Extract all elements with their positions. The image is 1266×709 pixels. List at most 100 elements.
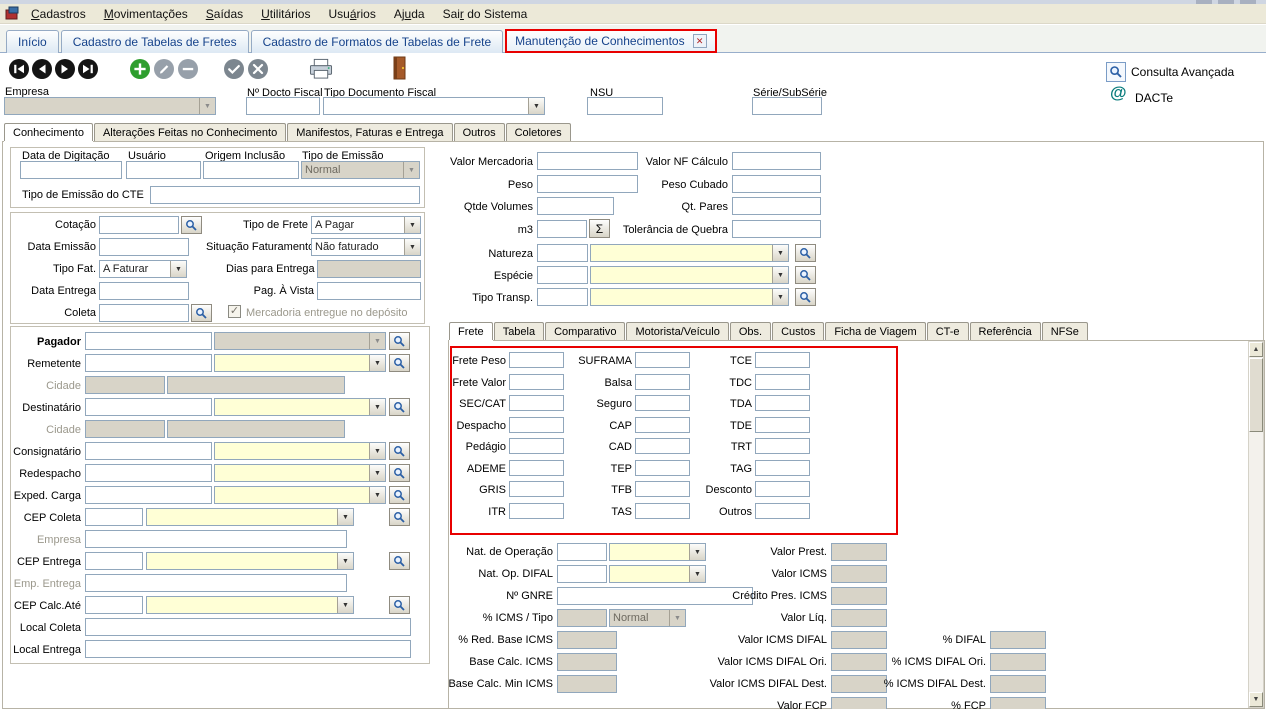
menu-cadastros[interactable]: Cadastros bbox=[22, 5, 95, 23]
main-tab-outros[interactable]: Outros bbox=[454, 123, 505, 141]
frete-tep-field[interactable] bbox=[635, 460, 690, 476]
frete-seguro-field[interactable] bbox=[635, 395, 690, 411]
coleta-search-button[interactable] bbox=[191, 304, 212, 322]
tipo-transp-field[interactable] bbox=[537, 288, 588, 306]
remetente-1-code-field[interactable] bbox=[85, 354, 212, 372]
tipo-fat-combo[interactable]: A Faturar bbox=[99, 260, 187, 278]
icms-valor-icms-field[interactable] bbox=[831, 565, 887, 583]
tipo-frete-combo[interactable]: A Pagar bbox=[311, 216, 421, 234]
cidade-4-field-a[interactable] bbox=[85, 420, 165, 438]
destinatario-3-code-field[interactable] bbox=[85, 398, 212, 416]
icms-difal-field[interactable] bbox=[990, 631, 1046, 649]
frete-pedagio-field[interactable] bbox=[509, 438, 564, 454]
inner-tab-custos[interactable]: Custos bbox=[772, 322, 824, 340]
especie-combo[interactable] bbox=[590, 266, 789, 284]
qt-pares-field[interactable] bbox=[732, 197, 821, 215]
edit-record-button[interactable] bbox=[153, 58, 175, 80]
frete-tas-field[interactable] bbox=[635, 503, 690, 519]
serie-subserie-field[interactable] bbox=[752, 97, 822, 115]
origem-inclusao-field[interactable] bbox=[203, 161, 299, 179]
icms-valor-prest-field[interactable] bbox=[831, 543, 887, 561]
tab-close-icon[interactable]: ✕ bbox=[693, 34, 707, 48]
natureza-field[interactable] bbox=[537, 244, 588, 262]
cidade-2-field-a[interactable] bbox=[85, 376, 165, 394]
pagador-0-search-button[interactable] bbox=[389, 332, 410, 350]
vertical-scrollbar[interactable]: ▲ ▼ bbox=[1248, 341, 1264, 708]
m3-field[interactable] bbox=[537, 220, 587, 238]
top-tab-inicio[interactable]: Início bbox=[6, 30, 59, 53]
pagador-0-code-field[interactable] bbox=[85, 332, 212, 350]
frete-desconto-field[interactable] bbox=[755, 481, 810, 497]
icms-icms-tipo-field[interactable] bbox=[557, 609, 607, 627]
frete-trt-field[interactable] bbox=[755, 438, 810, 454]
redespacho-6-code-field[interactable] bbox=[85, 464, 212, 482]
tipo-emissao-combo[interactable]: Normal bbox=[301, 161, 420, 179]
nav-first-button[interactable] bbox=[8, 58, 30, 80]
empresa-header-combo[interactable] bbox=[4, 97, 216, 115]
qtde-volumes-field[interactable] bbox=[537, 197, 614, 215]
local-entrega-14-field[interactable] bbox=[85, 640, 411, 658]
natureza-search-button[interactable] bbox=[795, 244, 816, 262]
print-button[interactable] bbox=[308, 57, 334, 80]
consignatario-5-search-button[interactable] bbox=[389, 442, 410, 460]
menu-saidas[interactable]: Saídas bbox=[197, 5, 252, 23]
inner-tab-referencia[interactable]: Referência bbox=[970, 322, 1041, 340]
confirm-button[interactable] bbox=[223, 58, 245, 80]
icms-icms-difal-ori-field[interactable] bbox=[990, 653, 1046, 671]
consulta-avancada-label[interactable]: Consulta Avançada bbox=[1131, 66, 1234, 78]
scrollbar-thumb[interactable] bbox=[1249, 358, 1263, 432]
frete-tfb-field[interactable] bbox=[635, 481, 690, 497]
valor-nf-calculo-field[interactable] bbox=[732, 152, 821, 170]
nav-previous-button[interactable] bbox=[31, 58, 53, 80]
inner-tab-comparativo[interactable]: Comparativo bbox=[545, 322, 625, 340]
frete-itr-field[interactable] bbox=[509, 503, 564, 519]
cep-calc-ate-12-combo[interactable] bbox=[146, 596, 354, 614]
exped-carga-7-code-field[interactable] bbox=[85, 486, 212, 504]
situacao-faturamento-combo[interactable]: Não faturado bbox=[311, 238, 421, 256]
cancel-button[interactable] bbox=[247, 58, 269, 80]
cep-coleta-8-search-button[interactable] bbox=[389, 508, 410, 526]
data-digitacao-field[interactable] bbox=[20, 161, 122, 179]
tipo-transp-combo[interactable] bbox=[590, 288, 789, 306]
menu-usuarios[interactable]: Usuários bbox=[319, 5, 384, 23]
main-tab-manifestos-faturas-e-entrega[interactable]: Manifestos, Faturas e Entrega bbox=[287, 123, 452, 141]
top-tab-cadastro-de-formatos-de-tabelas-de-frete[interactable]: Cadastro de Formatos de Tabelas de Frete bbox=[251, 30, 504, 53]
main-tab-alteracoes-feitas-no-conhecimento[interactable]: Alterações Feitas no Conhecimento bbox=[94, 123, 286, 141]
consulta-avancada-icon-button[interactable] bbox=[1106, 62, 1126, 82]
tipo-transp-search-button[interactable] bbox=[795, 288, 816, 306]
empresa-9-field[interactable] bbox=[85, 530, 347, 548]
redespacho-6-search-button[interactable] bbox=[389, 464, 410, 482]
icms-icms-difal-dest-field[interactable] bbox=[990, 675, 1046, 693]
frete-tde-field[interactable] bbox=[755, 417, 810, 433]
frete-frete-peso-field[interactable] bbox=[509, 352, 564, 368]
frete-sec-cat-field[interactable] bbox=[509, 395, 564, 411]
nsu-field[interactable] bbox=[587, 97, 663, 115]
sum-button[interactable]: Σ bbox=[589, 219, 610, 238]
menu-sair-do-sistema[interactable]: Sair do Sistema bbox=[434, 5, 537, 23]
add-record-button[interactable] bbox=[129, 58, 151, 80]
frete-ademe-field[interactable] bbox=[509, 460, 564, 476]
scroll-up-button[interactable]: ▲ bbox=[1249, 342, 1263, 357]
cep-entrega-10-search-button[interactable] bbox=[389, 552, 410, 570]
cep-calc-ate-12-search-button[interactable] bbox=[389, 596, 410, 614]
tipo-emissao-cte-field[interactable] bbox=[150, 186, 420, 204]
frete-cap-field[interactable] bbox=[635, 417, 690, 433]
pag-a-vista-field[interactable] bbox=[317, 282, 421, 300]
icms-credito-pres-icms-field[interactable] bbox=[831, 587, 887, 605]
tolerancia-quebra-field[interactable] bbox=[732, 220, 821, 238]
mercadoria-checkbox[interactable]: ✓ bbox=[228, 305, 241, 318]
cidade-2-field-b[interactable] bbox=[167, 376, 345, 394]
nav-next-button[interactable] bbox=[54, 58, 76, 80]
frete-outros-field[interactable] bbox=[755, 503, 810, 519]
cotacao-search-button[interactable] bbox=[181, 216, 202, 234]
icms-nat-de-operacao-field[interactable] bbox=[557, 543, 607, 561]
main-tab-coletores[interactable]: Coletores bbox=[506, 123, 571, 141]
delete-record-button[interactable] bbox=[177, 58, 199, 80]
especie-field[interactable] bbox=[537, 266, 588, 284]
icms-base-calc-icms-field[interactable] bbox=[557, 653, 617, 671]
scroll-down-button[interactable]: ▼ bbox=[1249, 692, 1263, 707]
cotacao-field[interactable] bbox=[99, 216, 179, 234]
natureza-combo[interactable] bbox=[590, 244, 789, 262]
remetente-1-combo[interactable] bbox=[214, 354, 386, 372]
inner-tab-nfse[interactable]: NFSe bbox=[1042, 322, 1088, 340]
